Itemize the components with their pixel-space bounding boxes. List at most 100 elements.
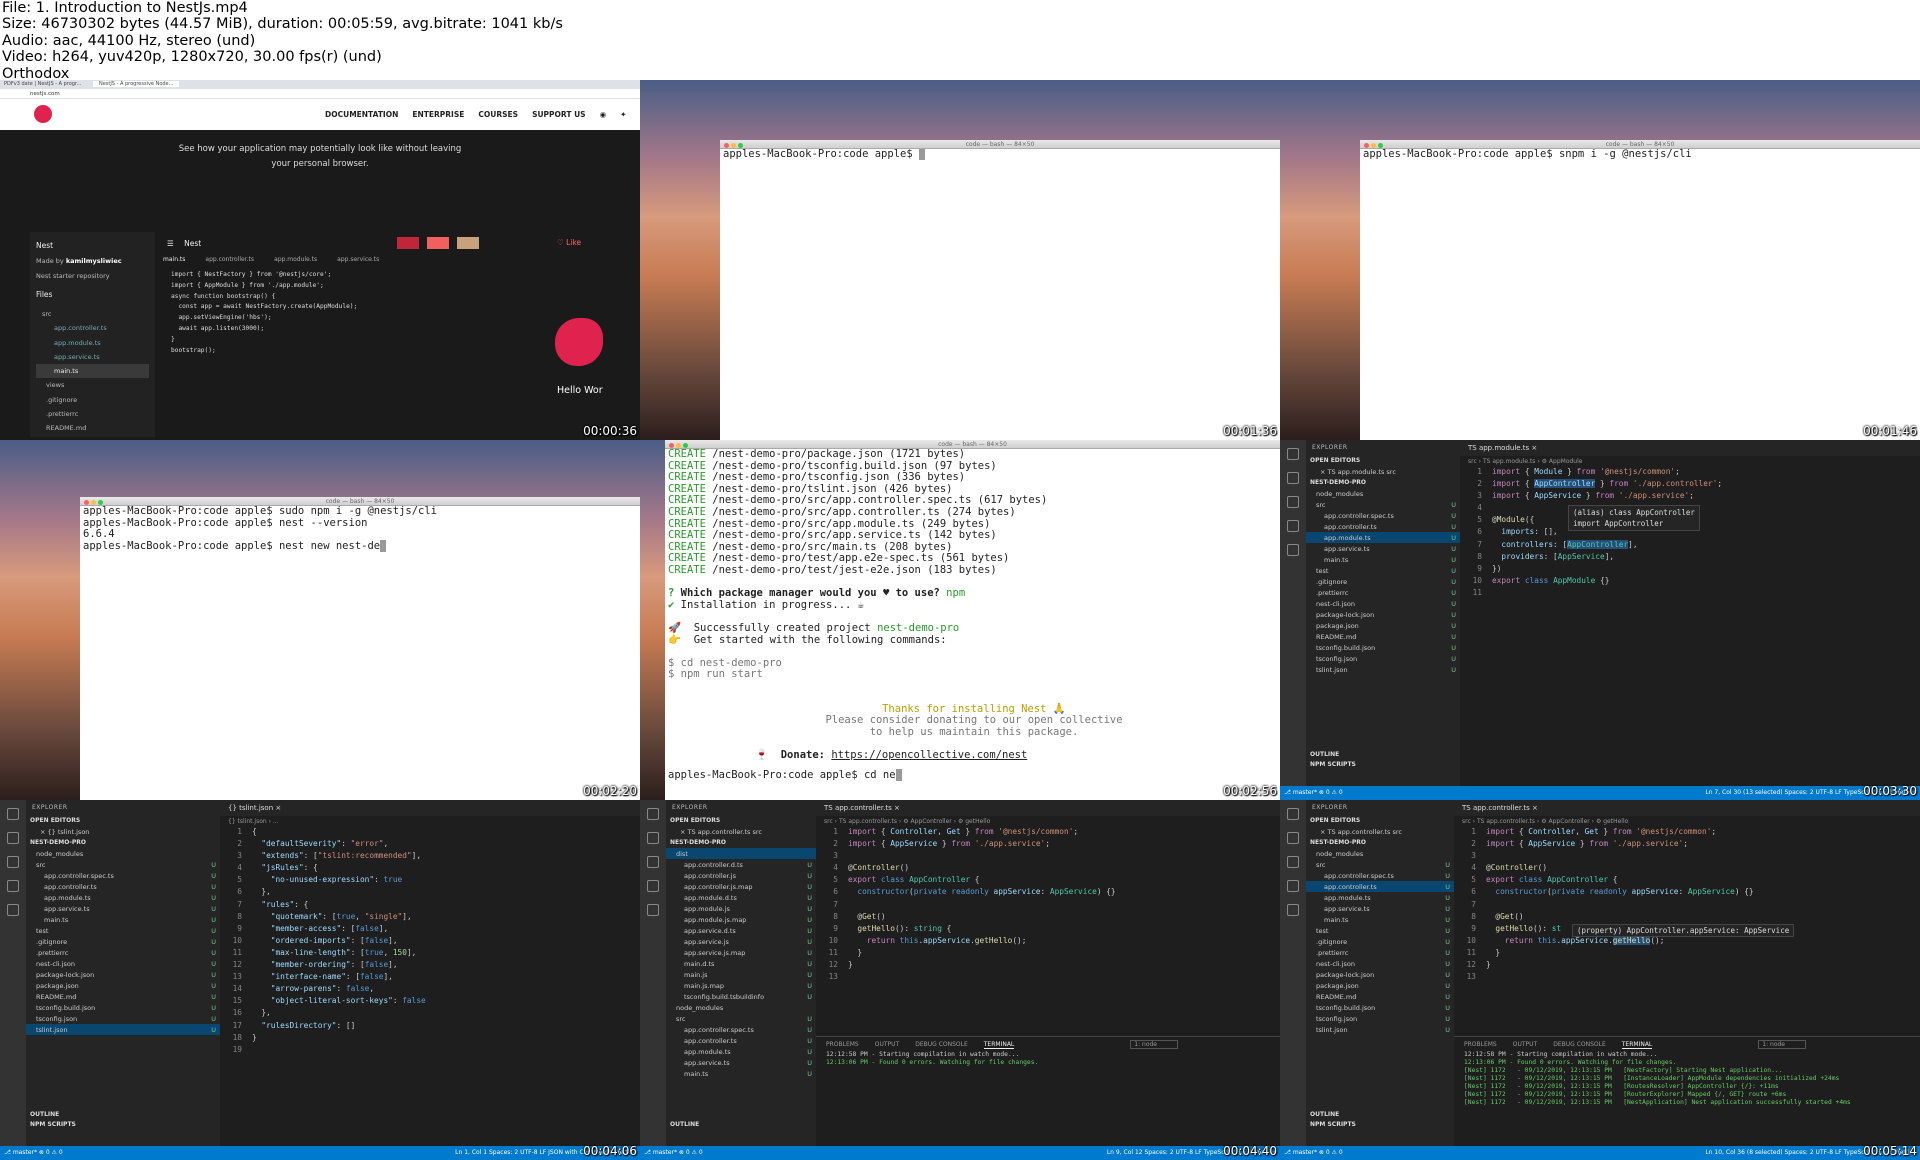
source-control-icon[interactable] bbox=[7, 856, 19, 868]
source-control-icon[interactable] bbox=[647, 856, 659, 868]
tree-item[interactable]: app.service.ts U bbox=[26, 903, 220, 914]
tree-item[interactable]: main.d.ts U bbox=[666, 958, 816, 969]
nav-support[interactable]: SUPPORT US bbox=[532, 110, 586, 119]
tree-item[interactable]: test U bbox=[26, 925, 220, 936]
code-editor[interactable]: 1 import { Controller, Get } from '@nestj… bbox=[816, 826, 1280, 983]
branch-status[interactable]: ⎇ master* ⊗ 0 ⚠ 0 bbox=[1284, 1146, 1343, 1160]
tree-item[interactable]: node_modules bbox=[666, 1002, 816, 1013]
tree-item[interactable]: app.controller.js.map U bbox=[666, 881, 816, 892]
swatch[interactable] bbox=[397, 237, 419, 249]
source-control-icon[interactable] bbox=[1287, 856, 1299, 868]
tree-item[interactable]: app.service.d.ts U bbox=[666, 925, 816, 936]
terminal-select[interactable]: 1: node bbox=[1758, 1040, 1807, 1049]
tree-item[interactable]: app.service.ts U bbox=[1306, 543, 1460, 554]
tree-item[interactable]: node_modules bbox=[1306, 488, 1460, 499]
tree-item[interactable]: main.ts U bbox=[26, 914, 220, 925]
terminal-window[interactable]: code — bash — 84×50 apples-MacBook-Pro:c… bbox=[720, 140, 1280, 440]
tree-item[interactable]: app.module.js.map U bbox=[666, 914, 816, 925]
tree-item[interactable]: src U bbox=[1306, 859, 1454, 870]
tree-item[interactable]: README.md U bbox=[26, 991, 220, 1002]
tree-item[interactable]: app.service.js U bbox=[666, 936, 816, 947]
open-editors-section[interactable]: OPEN EDITORS bbox=[26, 815, 220, 826]
debug-icon[interactable] bbox=[1287, 520, 1299, 532]
tree-item[interactable]: app.controller.d.ts U bbox=[666, 859, 816, 870]
outline-section[interactable]: OUTLINE bbox=[666, 1119, 704, 1130]
terminal-window[interactable]: code — bash — 84×50 apples-MacBook-Pro:c… bbox=[80, 497, 640, 800]
tree-item[interactable]: tsconfig.build.json U bbox=[1306, 1002, 1454, 1013]
tree-item[interactable]: src U bbox=[26, 859, 220, 870]
nav-courses[interactable]: COURSES bbox=[478, 110, 518, 119]
tab-problems[interactable]: PROBLEMS bbox=[826, 1041, 859, 1048]
nav-documentation[interactable]: DOCUMENTATION bbox=[325, 110, 398, 119]
browser-tab[interactable]: PDFv3 date | NestJS - A progr... bbox=[4, 81, 81, 87]
tree-item[interactable]: nest-cli.json U bbox=[1306, 598, 1460, 609]
tree-item[interactable]: .prettierrc U bbox=[1306, 587, 1460, 598]
tree-file[interactable]: app.module.ts bbox=[36, 336, 149, 350]
code-editor[interactable]: 1{ 2 "defaultSeverity": "error", 3 "exte… bbox=[220, 826, 640, 1056]
tab-output[interactable]: OUTPUT bbox=[1513, 1041, 1537, 1048]
tree-file[interactable]: README.md bbox=[36, 421, 149, 435]
branch-status[interactable]: ⎇ master* ⊗ 0 ⚠ 0 bbox=[1284, 786, 1343, 800]
tree-item[interactable]: tslint.json U bbox=[1306, 1024, 1454, 1035]
donate-link[interactable]: https://opencollective.com/nest bbox=[831, 749, 1027, 761]
open-editors-section[interactable]: OPEN EDITORS bbox=[1306, 455, 1460, 466]
tree-item[interactable]: app.module.ts U bbox=[1306, 532, 1460, 543]
files-icon[interactable] bbox=[647, 808, 659, 820]
tree-item[interactable]: tsconfig.build.json U bbox=[26, 1002, 220, 1013]
tree-item[interactable]: app.controller.ts U bbox=[26, 881, 220, 892]
menu-icon[interactable]: ☰ bbox=[167, 239, 174, 248]
tree-item[interactable]: .prettierrc U bbox=[26, 947, 220, 958]
tree-item[interactable]: package-lock.json U bbox=[1306, 969, 1454, 980]
tree-item[interactable]: main.ts U bbox=[666, 1068, 816, 1079]
tab-terminal[interactable]: TERMINAL bbox=[983, 1041, 1015, 1049]
open-editors-section[interactable]: OPEN EDITORS bbox=[666, 815, 816, 826]
tree-item[interactable]: app.controller.spec.ts U bbox=[1306, 870, 1454, 881]
tree-item[interactable]: app.controller.ts U bbox=[666, 1035, 816, 1046]
project-section[interactable]: NEST-DEMO-PRO bbox=[26, 837, 220, 848]
tree-item[interactable]: app.service.ts U bbox=[1306, 903, 1454, 914]
browser-tab-active[interactable]: NestJS - A progressive Node... bbox=[92, 81, 180, 87]
search-icon[interactable] bbox=[7, 832, 19, 844]
tree-item[interactable]: README.md U bbox=[1306, 631, 1460, 642]
tree-item[interactable]: main.ts U bbox=[1306, 914, 1454, 925]
address-bar[interactable]: nestjs.com bbox=[0, 89, 640, 99]
tree-item[interactable]: package.json U bbox=[26, 980, 220, 991]
search-icon[interactable] bbox=[1287, 472, 1299, 484]
tab-debug-console[interactable]: DEBUG CONSOLE bbox=[915, 1041, 968, 1048]
tree-item[interactable]: .gitignore U bbox=[1306, 936, 1454, 947]
sandbox-code[interactable]: import { NestFactory } from '@nestjs/cor… bbox=[157, 270, 440, 430]
open-editor-item[interactable]: × TS app.module.ts src bbox=[1306, 466, 1460, 477]
npm-scripts-section[interactable]: NPM SCRIPTS bbox=[1306, 1119, 1360, 1130]
branch-status[interactable]: ⎇ master* ⊗ 0 ⚠ 0 bbox=[4, 1146, 63, 1160]
tree-file[interactable]: app.service.ts bbox=[36, 350, 149, 364]
tab-output[interactable]: OUTPUT bbox=[875, 1041, 899, 1048]
tree-item[interactable]: test U bbox=[1306, 925, 1454, 936]
terminal-window[interactable]: code — bash — 84×50 CREATE /nest-demo-pr… bbox=[665, 440, 1280, 800]
search-icon[interactable] bbox=[647, 832, 659, 844]
tree-item[interactable]: .prettierrc U bbox=[1306, 947, 1454, 958]
tree-file[interactable]: .prettierrc bbox=[36, 407, 149, 421]
tree-item[interactable]: app.controller.ts U bbox=[1306, 881, 1454, 892]
files-icon[interactable] bbox=[7, 808, 19, 820]
tree-item[interactable]: app.controller.ts U bbox=[1306, 521, 1460, 532]
debug-icon[interactable] bbox=[1287, 880, 1299, 892]
editor-tab[interactable]: TS app.module.ts × bbox=[1460, 440, 1920, 456]
source-control-icon[interactable] bbox=[1287, 496, 1299, 508]
tree-item[interactable]: main.ts U bbox=[1306, 554, 1460, 565]
project-section[interactable]: NEST-DEMO-PRO bbox=[1306, 477, 1460, 488]
tree-item[interactable]: app.module.ts U bbox=[26, 892, 220, 903]
twitter-icon[interactable]: ✦ bbox=[620, 110, 626, 119]
terminal-select[interactable]: 1: node bbox=[1130, 1040, 1179, 1049]
tree-item[interactable]: .gitignore U bbox=[1306, 576, 1460, 587]
debug-icon[interactable] bbox=[647, 880, 659, 892]
tree-item[interactable]: main.js.map U bbox=[666, 980, 816, 991]
tree-item[interactable]: src U bbox=[666, 1013, 816, 1024]
tree-item[interactable]: nest-cli.json U bbox=[1306, 958, 1454, 969]
extensions-icon[interactable] bbox=[1287, 904, 1299, 916]
npm-scripts-section[interactable]: NPM SCRIPTS bbox=[26, 1119, 80, 1130]
tree-item[interactable]: dist bbox=[666, 848, 816, 859]
open-editors-section[interactable]: OPEN EDITORS bbox=[1306, 815, 1454, 826]
tab-terminal[interactable]: TERMINAL bbox=[1621, 1041, 1653, 1049]
tree-item[interactable]: tslint.json U bbox=[1306, 664, 1460, 675]
tree-item[interactable]: README.md U bbox=[1306, 991, 1454, 1002]
